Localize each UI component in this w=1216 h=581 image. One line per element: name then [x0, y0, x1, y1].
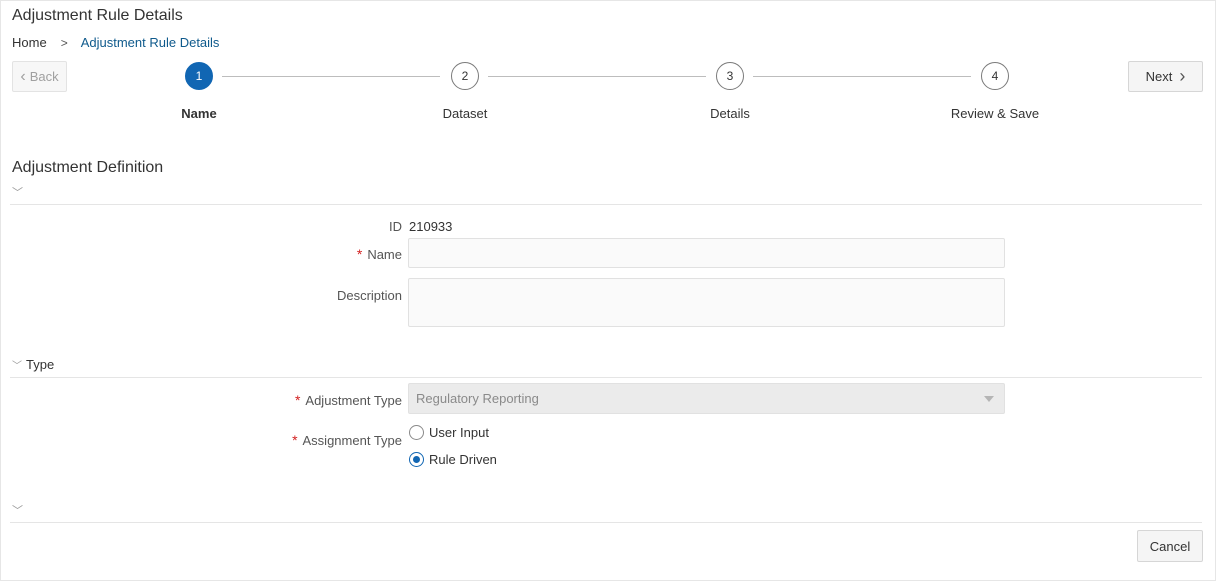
breadcrumb-home-link[interactable]: Home — [12, 35, 47, 50]
train-connector — [753, 76, 971, 77]
back-button[interactable]: ‹ Back — [12, 61, 67, 92]
breadcrumb-separator: > — [60, 35, 68, 50]
cancel-button-label: Cancel — [1149, 538, 1191, 554]
train-stop-number: 4 — [991, 69, 999, 83]
name-input[interactable] — [408, 238, 1005, 268]
page-title: Adjustment Rule Details — [12, 7, 183, 24]
train-stop-number: 1 — [195, 69, 203, 83]
chevron-down-icon: ﹀ — [12, 361, 22, 372]
chevron-right-icon: › — [1179, 66, 1186, 86]
radio-user-input-label: User Input — [429, 425, 489, 440]
adjustment-type-value: Regulatory Reporting — [416, 391, 539, 406]
section-divider — [10, 204, 1202, 205]
train-stop-details[interactable]: 3 — [716, 62, 744, 90]
required-icon: * — [356, 246, 363, 262]
required-icon: * — [292, 432, 298, 448]
chevron-down-icon[interactable]: ﹀ — [12, 184, 23, 200]
train-stop-number: 2 — [461, 69, 469, 83]
train-stop-dataset[interactable]: 2 — [451, 62, 479, 90]
description-label: Description — [336, 288, 402, 303]
next-button-label: Next — [1145, 69, 1173, 84]
radio-rule-driven-label: Rule Driven — [429, 452, 497, 467]
train-label-dataset[interactable]: Dataset — [385, 106, 545, 121]
train-stop-review-save[interactable]: 4 — [981, 62, 1009, 90]
train-stop-name[interactable]: 1 — [185, 62, 213, 90]
name-label: * Name — [356, 246, 402, 262]
breadcrumb-current-link[interactable]: Adjustment Rule Details — [81, 35, 220, 50]
back-button-label: Back — [29, 69, 59, 84]
description-textarea[interactable] — [408, 278, 1005, 327]
train-label-name[interactable]: Name — [119, 106, 279, 121]
train-connector — [488, 76, 706, 77]
assignment-type-label: * Assignment Type — [292, 432, 402, 448]
radio-user-input[interactable]: User Input — [409, 425, 489, 440]
radio-button-checked-icon[interactable] — [409, 452, 424, 467]
section-title-type: Type — [26, 357, 55, 372]
train-stop-number: 3 — [726, 69, 734, 83]
id-value: 210933 — [409, 219, 453, 234]
required-icon: * — [294, 392, 301, 408]
next-button[interactable]: Next › — [1128, 61, 1203, 92]
section-divider — [10, 522, 1202, 523]
section-title-adjustment-definition: Adjustment Definition — [12, 159, 164, 176]
train-label-review-save[interactable]: Review & Save — [915, 106, 1075, 121]
cancel-button[interactable]: Cancel — [1137, 530, 1203, 562]
train-connector — [222, 76, 440, 77]
section-header-type[interactable]: ﹀ Type — [12, 357, 54, 372]
caret-down-icon — [984, 396, 994, 402]
adjustment-type-label: * Adjustment Type — [294, 392, 402, 408]
radio-rule-driven[interactable]: Rule Driven — [409, 452, 497, 467]
id-label: ID — [389, 219, 402, 234]
radio-button-icon[interactable] — [409, 425, 424, 440]
chevron-down-icon[interactable]: ﹀ — [12, 502, 23, 518]
chevron-left-icon: ‹ — [20, 67, 26, 85]
adjustment-type-select[interactable]: Regulatory Reporting — [408, 383, 1005, 414]
train-label-details[interactable]: Details — [650, 106, 810, 121]
section-divider — [10, 377, 1202, 378]
breadcrumb: Home > Adjustment Rule Details — [12, 35, 219, 50]
